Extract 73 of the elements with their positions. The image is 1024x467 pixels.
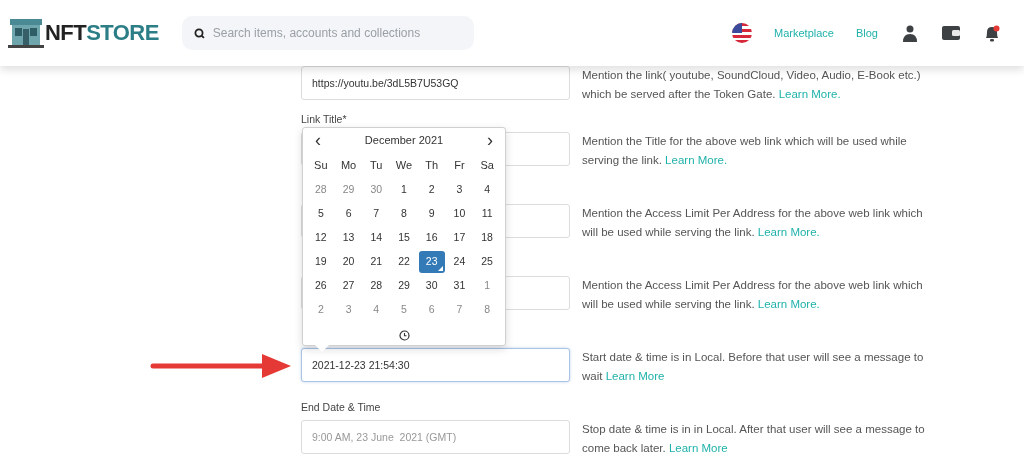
input-field[interactable]: 2021-12-23 21:54:30 (301, 348, 570, 382)
field-description: Mention the Access Limit Per Address for the above web link which will be used while serving the link. Learn More. (582, 206, 924, 240)
calendar-day[interactable]: 7 (446, 299, 473, 321)
calendar-day[interactable]: 4 (363, 299, 390, 321)
search-field[interactable]: Search items, accounts and collections (212, 24, 462, 42)
calendar-day[interactable]: 5 (391, 299, 417, 321)
calendar-day[interactable]: 15 (391, 227, 417, 249)
month-title: December 2021 (364, 132, 444, 148)
calendar-day[interactable]: 23 (418, 251, 445, 273)
calendar-day[interactable]: 18 (474, 227, 501, 249)
calendar-day[interactable]: 11 (474, 203, 501, 225)
calendar-day[interactable]: 3 (446, 179, 473, 201)
storefront-icon (8, 17, 44, 49)
calendar-day[interactable]: 29 (335, 179, 362, 201)
calendar-day[interactable]: 14 (363, 227, 390, 249)
field-label: Link Title* (301, 112, 347, 127)
calendar-day[interactable]: 2 (418, 179, 445, 201)
weekday-label: Mo (340, 157, 357, 173)
calendar-day[interactable]: 10 (446, 203, 473, 225)
calendar-day[interactable]: 12 (307, 227, 334, 249)
bell-icon[interactable] (984, 24, 1000, 42)
calendar-day[interactable]: 27 (335, 275, 362, 297)
calendar-day[interactable]: 29 (391, 275, 417, 297)
logo-text[interactable]: NFTSTORE (45, 22, 159, 44)
calendar-day[interactable]: 9 (418, 203, 445, 225)
calendar-day[interactable]: 21 (363, 251, 390, 273)
weekday-label: Fr (454, 157, 465, 173)
calendar-day[interactable]: 24 (446, 251, 473, 273)
calendar-day[interactable]: 8 (474, 299, 501, 321)
next-month-button[interactable]: › (485, 131, 495, 149)
calendar-day[interactable]: 6 (335, 203, 362, 225)
calendar-day[interactable]: 1 (474, 275, 501, 297)
field-label: End Date & Time (301, 400, 381, 415)
calendar-day[interactable]: 30 (363, 179, 390, 201)
previous-month-button[interactable]: ‹ (313, 131, 323, 149)
calendar-day[interactable]: 6 (418, 299, 445, 321)
calendar-day[interactable]: 19 (307, 251, 334, 273)
calendar-day[interactable]: 5 (307, 203, 334, 225)
field-description: Stop date & time is in in Local. After that user will see a message to come back later. Learn More (582, 422, 926, 456)
field-description: Start date & time is in Local. Before that user will see a message to wait Learn More (582, 350, 925, 384)
wallet-icon[interactable] (942, 25, 960, 41)
weekday-label: Su (314, 157, 328, 173)
calendar-day[interactable]: 28 (307, 179, 334, 201)
search-icon (193, 27, 205, 39)
calendar-day[interactable]: 8 (391, 203, 417, 225)
calendar-day[interactable]: 31 (446, 275, 473, 297)
calendar-day[interactable]: 22 (391, 251, 417, 273)
calendar-day[interactable]: 17 (446, 227, 473, 249)
user-icon[interactable] (902, 24, 918, 42)
field-description: Mention the Title for the above web link which will be used while serving the link. Learn More. (582, 134, 908, 168)
calendar-day[interactable]: 25 (474, 251, 501, 273)
calendar-day[interactable]: 26 (307, 275, 334, 297)
input-field[interactable]: https://youtu.be/3dL5B7U53GQ (301, 66, 570, 100)
calendar-day[interactable]: 3 (335, 299, 362, 321)
field-description: Mention the link( youtube, SoundCloud, Video, Audio, E-Book etc.) which be served after the Token Gate. Learn More. (582, 68, 922, 102)
field-description: Mention the Access Limit Per Address for the above web link which will be used while serving the link. Learn More. (582, 278, 924, 312)
weekday-label: Tu (370, 157, 383, 173)
weekday-label: Th (425, 157, 439, 173)
weekday-label: Sa (480, 157, 494, 173)
calendar-day[interactable]: 2 (307, 299, 334, 321)
flag-icon[interactable] (732, 23, 753, 43)
search-bar[interactable]: Search items, accounts and collections (181, 16, 474, 50)
input-field[interactable]: 9:00 AM, 23 June 2021 (GMT) (301, 420, 570, 454)
calendar-day[interactable]: 1 (391, 179, 417, 201)
calendar-day[interactable]: 13 (335, 227, 362, 249)
calendar-day[interactable]: 20 (335, 251, 362, 273)
calendar-day[interactable]: 4 (474, 179, 501, 201)
calendar-day[interactable]: 16 (418, 227, 445, 249)
clock-icon[interactable] (398, 330, 410, 341)
calendar-day[interactable]: 30 (418, 275, 445, 297)
weekday-label: We (395, 157, 413, 173)
calendar-day[interactable]: 7 (363, 203, 390, 225)
calendar-day[interactable]: 28 (363, 275, 390, 297)
